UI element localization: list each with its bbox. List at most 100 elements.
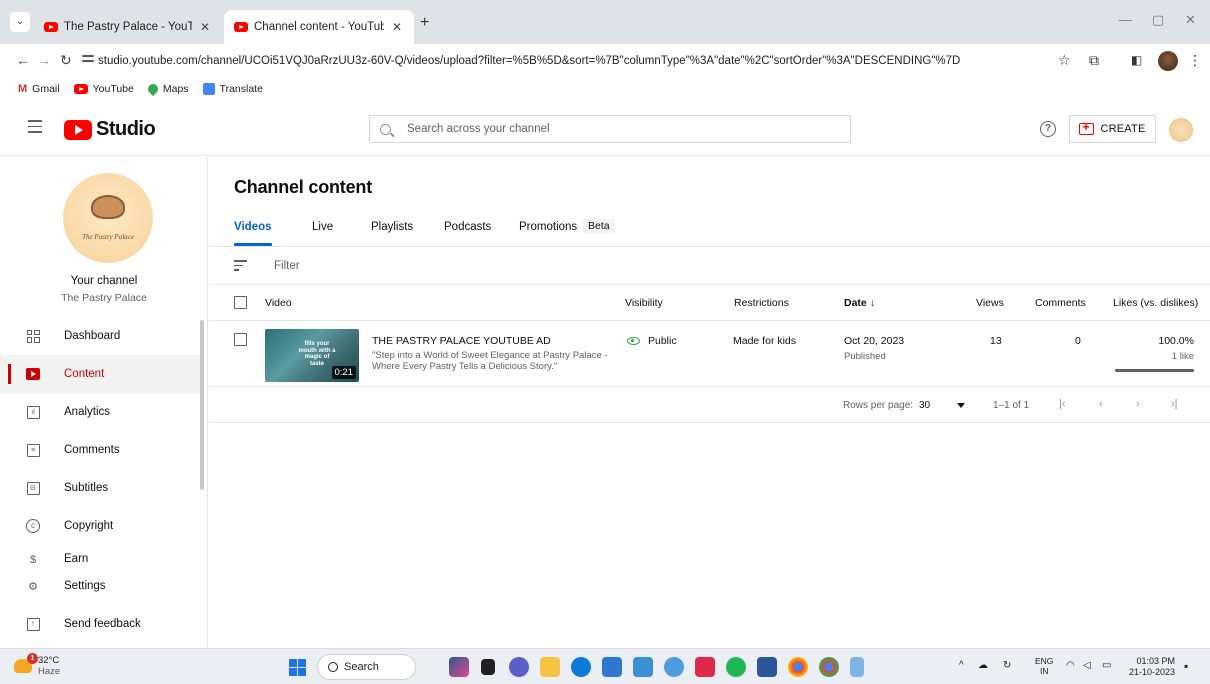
app-icon[interactable]	[664, 657, 684, 677]
taskbar-clock[interactable]: 01:03 PM 21-10-2023	[1129, 656, 1175, 678]
language-code: ENG	[1035, 656, 1054, 666]
forward-arrow-icon[interactable]: →	[37, 52, 51, 68]
browser-tab-pastry-palace[interactable]: The Pastry Palace - YouTube ✕	[34, 10, 222, 44]
snipping-tool-icon[interactable]	[850, 657, 864, 677]
microsoft-store-icon[interactable]	[602, 657, 622, 677]
browser-profile-avatar[interactable]	[1158, 51, 1178, 71]
select-all-checkbox[interactable]	[234, 296, 247, 309]
back-arrow-icon[interactable]: ←	[16, 52, 30, 68]
tab-videos[interactable]: Videos	[234, 221, 272, 233]
browser-tab-channel-content[interactable]: Channel content - YouTube St ✕	[224, 10, 414, 44]
show-hidden-icons-icon[interactable]: ^	[959, 660, 964, 671]
sidebar-item-copyright[interactable]: c Copyright	[0, 507, 200, 545]
account-avatar[interactable]	[1169, 118, 1193, 142]
tab-playlists[interactable]: Playlists	[371, 221, 413, 233]
sidebar-item-settings[interactable]: ⚙ Settings	[0, 567, 200, 605]
sync-icon[interactable]: ↻	[1003, 660, 1011, 671]
first-page-icon[interactable]: |‹	[1059, 398, 1066, 410]
rows-per-page-select[interactable]: 30	[919, 400, 930, 411]
minimize-icon[interactable]: —	[1119, 12, 1132, 27]
sidebar-item-send-feedback[interactable]: ! Send feedback	[0, 605, 200, 643]
create-button[interactable]: CREATE	[1069, 115, 1156, 143]
edge-browser-icon[interactable]	[571, 657, 591, 677]
column-header-views[interactable]: Views	[976, 297, 1004, 309]
bookmark-youtube[interactable]: YouTube	[73, 83, 134, 95]
weather-condition: Haze	[38, 666, 61, 677]
address-bar[interactable]: studio.youtube.com/channel/UCOi51VQJ0aRr…	[98, 48, 1138, 74]
weather-widget[interactable]: 32°C Haze	[14, 653, 61, 677]
filter-bar[interactable]: Filter	[209, 247, 1210, 285]
spotify-icon[interactable]	[726, 657, 746, 677]
column-header-likes[interactable]: Likes (vs. dislikes)	[1113, 297, 1198, 309]
bookmark-gmail[interactable]: M Gmail	[18, 83, 60, 95]
chrome-icon[interactable]	[788, 657, 808, 677]
sidebar-item-earn[interactable]: $ Earn	[0, 545, 200, 563]
taskbar-search[interactable]: Search	[317, 654, 416, 680]
column-header-restrictions[interactable]: Restrictions	[734, 297, 789, 309]
youtube-icon	[73, 84, 88, 94]
channel-avatar[interactable]: The Pastry Palace	[63, 173, 153, 263]
dropdown-arrow-icon[interactable]	[957, 403, 965, 408]
bookmark-star-icon[interactable]: ☆	[1058, 52, 1071, 69]
reload-icon[interactable]: ↻	[60, 52, 72, 69]
sidebar-item-dashboard[interactable]: Dashboard	[0, 317, 200, 355]
mcafee-icon[interactable]	[695, 657, 715, 677]
search-input[interactable]	[407, 123, 807, 135]
column-header-video: Video	[265, 297, 292, 309]
sidebar-item-analytics[interactable]: ıl Analytics	[0, 393, 200, 431]
tab-podcasts[interactable]: Podcasts	[444, 221, 491, 233]
maximize-icon[interactable]: ▢	[1152, 12, 1164, 28]
tab-promotions[interactable]: Promotions	[519, 221, 577, 233]
new-tab-button[interactable]: +	[420, 14, 429, 32]
volume-icon[interactable]: ◁	[1083, 660, 1091, 671]
tab-search-chevron-icon[interactable]: ⌄	[10, 12, 30, 32]
sidebar-item-content[interactable]: Content	[0, 355, 200, 393]
studio-logo[interactable]: Studio	[64, 118, 156, 141]
task-view-icon[interactable]	[481, 659, 495, 675]
last-page-icon[interactable]: ›|	[1171, 398, 1178, 410]
wifi-icon[interactable]: ◠	[1066, 660, 1075, 671]
photos-app-icon[interactable]	[449, 657, 469, 677]
table-row[interactable]: fills your mouth with a magic of taste 0…	[209, 321, 1210, 387]
visibility-cell[interactable]: Public	[627, 335, 677, 347]
close-window-icon[interactable]: ✕	[1185, 12, 1196, 28]
date-header-label: Date	[844, 297, 867, 309]
sidebar-scrollbar[interactable]	[200, 320, 204, 490]
extensions-icon[interactable]: ⧉	[1089, 52, 1099, 69]
column-header-comments[interactable]: Comments	[1035, 297, 1086, 309]
close-tab-icon[interactable]: ✕	[198, 20, 212, 34]
column-header-date[interactable]: Date ↓	[844, 297, 875, 309]
chrome-profile-icon[interactable]	[819, 657, 839, 677]
hamburger-menu-icon[interactable]	[28, 120, 42, 137]
sidebar-item-subtitles[interactable]: ⊟ Subtitles	[0, 469, 200, 507]
language-indicator[interactable]: ENG IN	[1035, 656, 1053, 676]
help-icon[interactable]: ?	[1040, 121, 1056, 137]
browser-menu-icon[interactable]: ⋮	[1188, 52, 1202, 69]
sidebar-item-comments[interactable]: ≡ Comments	[0, 431, 200, 469]
next-page-icon[interactable]: ›	[1136, 398, 1140, 410]
site-info-icon[interactable]	[82, 55, 94, 65]
notification-icon[interactable]: ▪	[1184, 659, 1188, 673]
previous-page-icon[interactable]: ‹	[1099, 398, 1103, 410]
channel-search-box[interactable]	[369, 115, 851, 143]
teams-chat-icon[interactable]	[509, 657, 529, 677]
row-checkbox[interactable]	[234, 333, 247, 346]
bookmark-translate[interactable]: Translate	[202, 83, 263, 95]
bookmark-maps[interactable]: Maps	[145, 81, 189, 97]
side-panel-icon[interactable]: ◧	[1131, 53, 1142, 67]
file-explorer-icon[interactable]	[540, 657, 560, 677]
tab-live[interactable]: Live	[312, 221, 333, 233]
onedrive-icon[interactable]: ☁	[978, 660, 988, 671]
word-icon[interactable]	[757, 657, 777, 677]
windows-taskbar: 32°C Haze Search ^ ☁ ↻ ENG IN ◠ ◁ ▭ 01:0…	[0, 648, 1210, 684]
mail-app-icon[interactable]	[633, 657, 653, 677]
video-thumbnail[interactable]: fills your mouth with a magic of taste 0…	[265, 329, 359, 382]
taskbar-search-label: Search	[344, 661, 379, 673]
filter-input[interactable]: Filter	[274, 260, 300, 272]
battery-icon[interactable]: ▭	[1102, 660, 1111, 671]
video-title[interactable]: THE PASTRY PALACE YOUTUBE AD	[372, 335, 551, 347]
windows-start-icon[interactable]	[289, 659, 306, 676]
filter-icon[interactable]	[234, 260, 247, 274]
close-tab-icon[interactable]: ✕	[390, 20, 404, 34]
column-header-visibility[interactable]: Visibility	[625, 297, 663, 309]
